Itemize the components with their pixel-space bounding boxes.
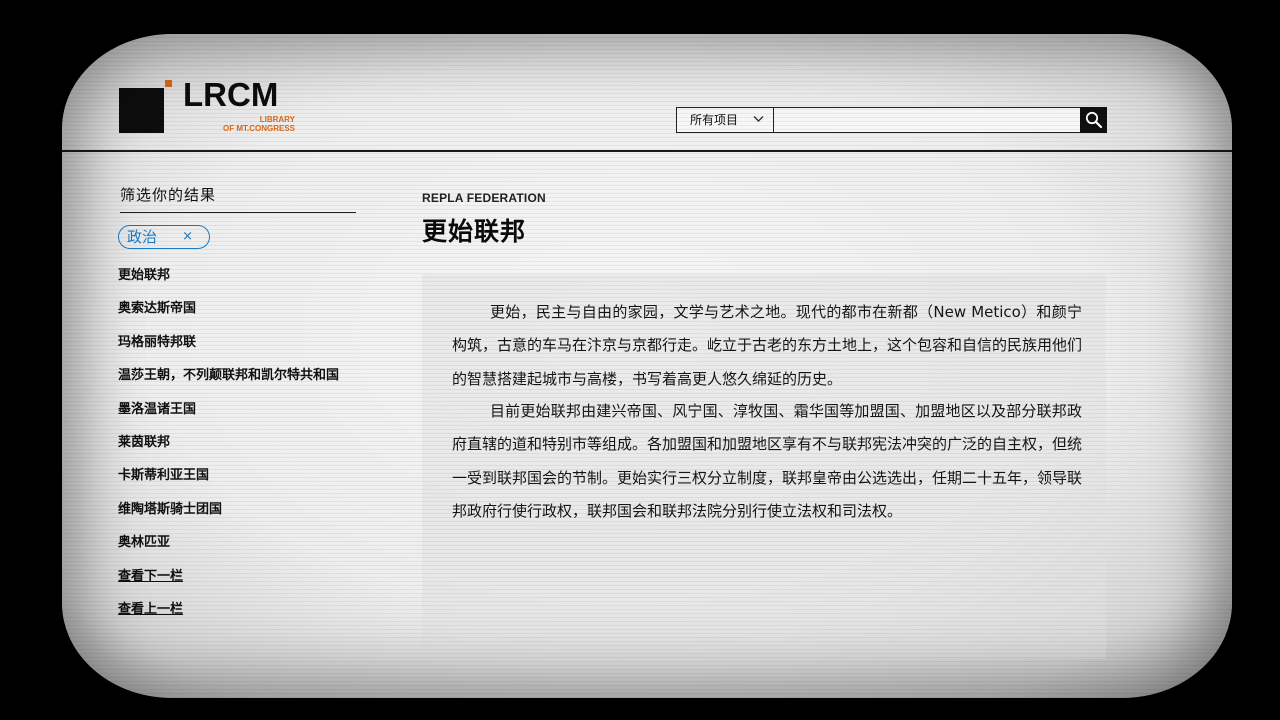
article-paragraph: 更始，民主与自由的家园，文学与艺术之地。现代的都市在新都（New Metico）… bbox=[452, 303, 1083, 388]
logo-subtitle: LIBRARY OF MT.CONGRESS bbox=[195, 115, 295, 133]
search-bar: 所有项目 bbox=[676, 107, 1107, 133]
search-icon bbox=[1085, 111, 1103, 129]
close-icon[interactable]: × bbox=[182, 229, 193, 245]
header-divider bbox=[62, 150, 1232, 152]
search-button[interactable] bbox=[1080, 107, 1107, 133]
active-filter-label: 政治 bbox=[127, 228, 158, 246]
logo-square bbox=[119, 88, 164, 133]
logo-accent bbox=[165, 80, 172, 87]
filter-item[interactable]: 维陶塔斯骑士团国 bbox=[118, 497, 358, 530]
filter-item[interactable]: 墨洛温诸王国 bbox=[118, 397, 358, 430]
logo-subtitle-line2: OF MT.CONGRESS bbox=[222, 124, 295, 133]
article-paragraph: 目前更始联邦由建兴帝国、风宁国、淳牧国、霜华国等加盟国、加盟地区以及部分联邦政府… bbox=[452, 402, 1083, 520]
prev-page-link[interactable]: 查看上一栏 bbox=[118, 602, 183, 617]
filter-item[interactable]: 奥索达斯帝国 bbox=[118, 296, 358, 329]
filter-item[interactable]: 更始联邦 bbox=[118, 263, 358, 296]
search-scope-label: 所有项目 bbox=[690, 113, 739, 127]
filter-title: 筛选你的结果 bbox=[120, 184, 356, 213]
filter-item[interactable]: 奥林匹亚 bbox=[118, 530, 358, 563]
search-scope-select[interactable]: 所有项目 bbox=[677, 108, 774, 132]
chevron-down-icon bbox=[753, 108, 764, 131]
filter-item[interactable]: 温莎王朝，不列颠联邦和凯尔特共和国 bbox=[118, 363, 358, 396]
filter-sidebar: 筛选你的结果 政治 × 更始联邦 奥索达斯帝国 玛格丽特邦联 温莎王朝，不列颠联… bbox=[118, 184, 358, 630]
logo-subtitle-line1: LIBRARY bbox=[259, 115, 295, 124]
site-logo[interactable]: LRCM LIBRARY OF MT.CONGRESS bbox=[119, 76, 319, 139]
active-filter-chip[interactable]: 政治 × bbox=[118, 225, 210, 249]
logo-wordmark: LRCM bbox=[183, 76, 279, 113]
entry-eyebrow: REPLA FEDERATION bbox=[422, 191, 546, 205]
search-input[interactable] bbox=[775, 108, 1079, 132]
filter-item[interactable]: 玛格丽特邦联 bbox=[118, 330, 358, 363]
filter-item[interactable]: 莱茵联邦 bbox=[118, 430, 358, 463]
article-panel: 更始，民主与自由的家园，文学与艺术之地。现代的都市在新都（New Metico）… bbox=[422, 274, 1106, 659]
screen: LRCM LIBRARY OF MT.CONGRESS 所有项目 筛选你的结果 … bbox=[62, 34, 1232, 698]
page-title: 更始联邦 bbox=[422, 217, 527, 246]
filter-list: 更始联邦 奥索达斯帝国 玛格丽特邦联 温莎王朝，不列颠联邦和凯尔特共和国 墨洛温… bbox=[118, 263, 358, 630]
filter-item[interactable]: 卡斯蒂利亚王国 bbox=[118, 463, 358, 496]
crt-frame: LRCM LIBRARY OF MT.CONGRESS 所有项目 筛选你的结果 … bbox=[0, 0, 1280, 720]
next-page-link[interactable]: 查看下一栏 bbox=[118, 569, 183, 584]
